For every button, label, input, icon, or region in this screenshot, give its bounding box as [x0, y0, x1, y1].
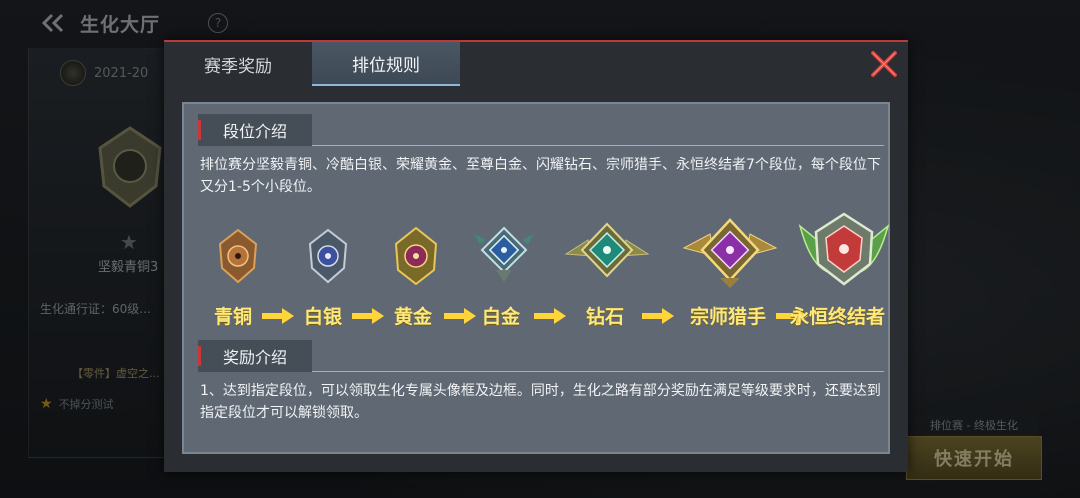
rank-progression: 青铜 白银 黄金 白金 钻石 宗师猎手 永恒终结者	[200, 212, 890, 334]
rank-badge-master-hunter	[682, 218, 778, 288]
rank-label-eternal-terminator: 永恒终结者	[790, 306, 886, 328]
rank-intro-header: 段位介绍	[198, 114, 884, 146]
arrow-icon	[642, 308, 674, 324]
close-icon	[871, 51, 897, 77]
rank-badge-platinum	[474, 226, 534, 282]
arrow-icon	[352, 308, 384, 324]
rank-label-gold: 黄金	[394, 306, 433, 328]
reward-intro-title: 奖励介绍	[198, 340, 312, 372]
rank-badge-bronze	[218, 228, 258, 284]
rank-label-platinum: 白金	[482, 306, 521, 328]
modal-tabs: 赛季奖励 排位规则	[164, 42, 460, 86]
rules-modal: 赛季奖励 排位规则 段位介绍 排位赛分坚毅青铜、冷酷白银、荣耀黄金、至尊白金、闪…	[164, 40, 908, 472]
reward-intro-header: 奖励介绍	[198, 340, 884, 372]
rank-badge-gold	[394, 226, 438, 286]
rank-label-master-hunter: 宗师猎手	[690, 306, 767, 328]
rank-label-bronze: 青铜	[214, 306, 253, 328]
rank-badge-diamond	[564, 222, 650, 278]
rank-badge-silver	[308, 228, 348, 284]
rank-label-diamond: 钻石	[586, 306, 625, 328]
arrow-icon	[444, 308, 476, 324]
rank-intro-title: 段位介绍	[198, 114, 312, 146]
close-button[interactable]	[864, 44, 904, 84]
tab-rank-rules[interactable]: 排位规则	[312, 42, 460, 86]
rank-badge-eternal-terminator	[798, 212, 890, 286]
rules-content: 段位介绍 排位赛分坚毅青铜、冷酷白银、荣耀黄金、至尊白金、闪耀钻石、宗师猎手、永…	[182, 102, 890, 454]
rank-label-silver: 白银	[304, 306, 343, 328]
tab-season-rewards[interactable]: 赛季奖励	[164, 42, 312, 86]
reward-intro-text: 1、达到指定段位，可以领取生化专属头像框及边框。同时，生化之路有部分奖励在满足等…	[200, 383, 881, 421]
arrow-icon	[534, 308, 566, 324]
rank-intro-text: 排位赛分坚毅青铜、冷酷白银、荣耀黄金、至尊白金、闪耀钻石、宗师猎手、永恒终结者7…	[200, 157, 881, 195]
arrow-icon	[262, 308, 294, 324]
